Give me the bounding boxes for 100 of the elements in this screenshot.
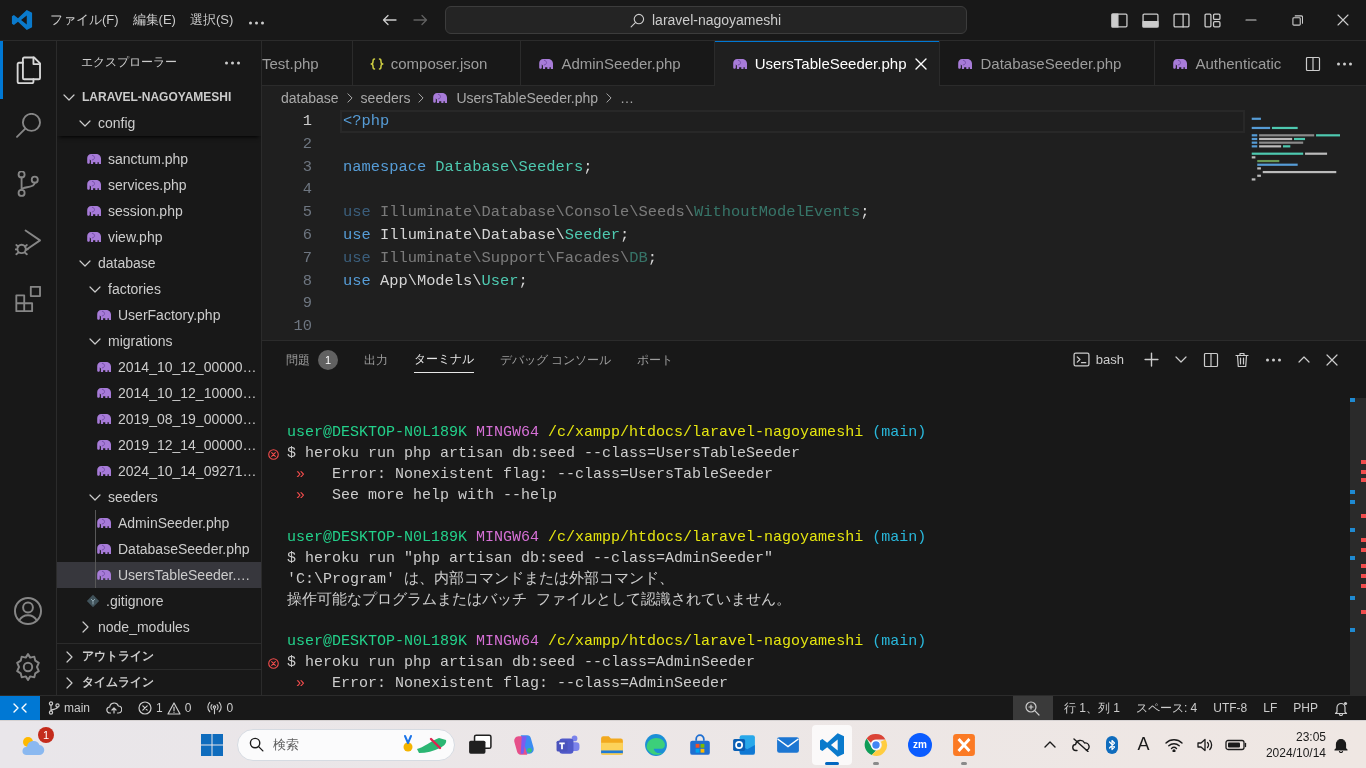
file-item[interactable]: 2019_12_14_00000… bbox=[57, 432, 261, 458]
terminal-shell-button[interactable]: bash bbox=[1072, 352, 1124, 367]
terminal-icon bbox=[1072, 352, 1090, 367]
file-item[interactable]: UserFactory.php bbox=[57, 302, 261, 328]
editor-tab[interactable]: Test.php bbox=[262, 41, 353, 86]
clock-date[interactable]: 2024/10/14 bbox=[1265, 744, 1326, 761]
trash-icon[interactable] bbox=[1235, 351, 1249, 368]
close-icon[interactable] bbox=[1326, 353, 1338, 366]
elephant-icon bbox=[86, 153, 102, 165]
status-item[interactable]: UTF-8 bbox=[1205, 696, 1256, 720]
terminal-output: » Error: Nonexistent flag: --class=AdminSeeder bbox=[295, 674, 729, 695]
menu-item[interactable]: ファイル(F) bbox=[43, 7, 126, 33]
file-item[interactable]: 2014_10_12_00000… bbox=[57, 354, 261, 380]
restore-icon[interactable] bbox=[1291, 14, 1303, 26]
more-icon[interactable] bbox=[1265, 357, 1282, 362]
chevron-down-icon[interactable] bbox=[1175, 356, 1187, 363]
close-icon[interactable] bbox=[1337, 14, 1349, 26]
terminal-command: $ heroku run php artisan db:seed --class=AdminSeeder bbox=[287, 653, 756, 674]
shopping-bag-icon bbox=[688, 732, 712, 757]
file-item[interactable]: session.php bbox=[57, 198, 261, 224]
breadcrumb[interactable]: UsersTableSeeder.php bbox=[432, 90, 599, 106]
panel-tab[interactable]: ターミナル bbox=[414, 346, 474, 373]
file-item[interactable]: DatabaseSeeder.php bbox=[57, 536, 261, 562]
folder-item[interactable]: config bbox=[57, 110, 261, 136]
cloud-upload-icon[interactable] bbox=[106, 702, 122, 714]
bell-icon[interactable] bbox=[1334, 736, 1348, 753]
code-line: use Illuminate\Support\Facades\DB; bbox=[342, 247, 659, 269]
account-icon[interactable] bbox=[14, 597, 42, 625]
search-field[interactable]: 検索 bbox=[273, 734, 392, 755]
terminal-output: 'C:\Program' は、内部コマンドまたは外部コマンド、 bbox=[287, 569, 675, 590]
panel-toggle-icon[interactable] bbox=[1142, 12, 1159, 28]
file-item[interactable]: .gitignore bbox=[57, 588, 261, 614]
colorful-swirl-icon bbox=[512, 732, 536, 757]
file-item[interactable]: 2019_08_19_00000… bbox=[57, 406, 261, 432]
file-item[interactable]: sanctum.php bbox=[57, 146, 261, 172]
status-item[interactable]: 行 1、列 1 bbox=[1055, 696, 1128, 720]
panel-tab[interactable]: 出力 bbox=[364, 346, 388, 373]
search-box[interactable]: 検索 bbox=[237, 728, 455, 761]
elephant-icon bbox=[96, 387, 112, 399]
clock-time[interactable]: 23:05 bbox=[1295, 728, 1326, 745]
status-item[interactable]: スペース: 4 bbox=[1127, 696, 1206, 720]
file-item[interactable]: 2014_10_12_10000… bbox=[57, 380, 261, 406]
cloud-off-icon[interactable] bbox=[1072, 737, 1091, 752]
battery-icon[interactable] bbox=[1225, 738, 1248, 751]
chevron-up-icon[interactable] bbox=[1044, 741, 1057, 748]
file-item[interactable]: view.php bbox=[57, 224, 261, 250]
files-icon[interactable] bbox=[14, 55, 42, 84]
sidebar-toggle-icon[interactable] bbox=[1111, 12, 1128, 28]
code-line: <?php bbox=[340, 110, 1245, 133]
taskbar-app[interactable]: zm bbox=[900, 724, 940, 765]
folder-item[interactable]: database bbox=[57, 250, 261, 276]
menu-item[interactable]: 編集(E) bbox=[125, 7, 183, 33]
breadcrumb[interactable]: database bbox=[281, 90, 339, 106]
folder-item[interactable]: seeders bbox=[57, 484, 261, 510]
folder-item[interactable]: factories bbox=[57, 276, 261, 302]
branch-status[interactable]: main bbox=[40, 696, 98, 720]
panel-tab[interactable]: ポート bbox=[637, 346, 674, 373]
file-item[interactable]: services.php bbox=[57, 172, 261, 198]
file-item[interactable]: 2024_10_14_09271… bbox=[57, 458, 261, 484]
customize-layout-icon[interactable] bbox=[1204, 12, 1221, 28]
line-number: 1 bbox=[301, 111, 312, 132]
minimize-icon[interactable] bbox=[1245, 19, 1257, 21]
more-icon[interactable] bbox=[248, 21, 266, 25]
extensions-icon[interactable] bbox=[14, 286, 42, 315]
speaker-icon[interactable] bbox=[1197, 737, 1214, 752]
wifi-icon[interactable] bbox=[1165, 737, 1184, 752]
breadcrumb[interactable]: … bbox=[620, 90, 635, 106]
file-item[interactable]: UsersTableSeeder.… bbox=[57, 562, 261, 588]
panel-tab[interactable]: 問題 1 bbox=[286, 346, 338, 373]
folder-item[interactable]: migrations bbox=[57, 328, 261, 354]
command-center[interactable]: laravel-nagoyameshi bbox=[444, 6, 967, 34]
bluetooth-icon[interactable] bbox=[1106, 735, 1119, 754]
elephant-icon bbox=[96, 465, 112, 477]
notification-badge: 1 bbox=[38, 726, 54, 743]
editor-tab[interactable]: UsersTableSeeder.php bbox=[714, 41, 941, 86]
menu-item[interactable]: 選択(S) bbox=[182, 7, 241, 33]
status-item[interactable]: PHP bbox=[1285, 696, 1326, 720]
ime-indicator[interactable]: A bbox=[1127, 734, 1159, 755]
section-header[interactable]: アウトライン bbox=[57, 643, 261, 669]
plus-icon[interactable] bbox=[1144, 352, 1159, 367]
more-icon[interactable] bbox=[1336, 61, 1353, 66]
split-icon[interactable] bbox=[1203, 351, 1219, 368]
elephant-icon bbox=[86, 179, 102, 191]
settings-icon[interactable] bbox=[14, 653, 42, 681]
zoom-status[interactable] bbox=[1012, 696, 1053, 720]
split-editor-icon[interactable] bbox=[1305, 55, 1321, 72]
folder-item[interactable]: node_modules bbox=[57, 614, 261, 640]
breadcrumb[interactable]: seeders bbox=[360, 90, 411, 106]
panel-tab[interactable]: デバッグ コンソール bbox=[500, 346, 612, 373]
start-icon[interactable] bbox=[201, 733, 223, 756]
status-item[interactable]: LF bbox=[1255, 696, 1286, 720]
secondary-sidebar-toggle-icon[interactable] bbox=[1173, 12, 1190, 28]
problems-status[interactable]: 1 0 bbox=[130, 696, 200, 720]
ports-status[interactable]: 0 bbox=[199, 696, 242, 720]
section-header[interactable]: LARAVEL-NAGOYAMESHI bbox=[57, 84, 261, 110]
more-icon[interactable] bbox=[224, 60, 241, 65]
bell-icon[interactable] bbox=[1334, 700, 1348, 716]
back-arrow-icon[interactable] bbox=[381, 14, 397, 26]
file-item[interactable]: AdminSeeder.php bbox=[57, 510, 261, 536]
play-bug-icon[interactable] bbox=[14, 228, 42, 257]
